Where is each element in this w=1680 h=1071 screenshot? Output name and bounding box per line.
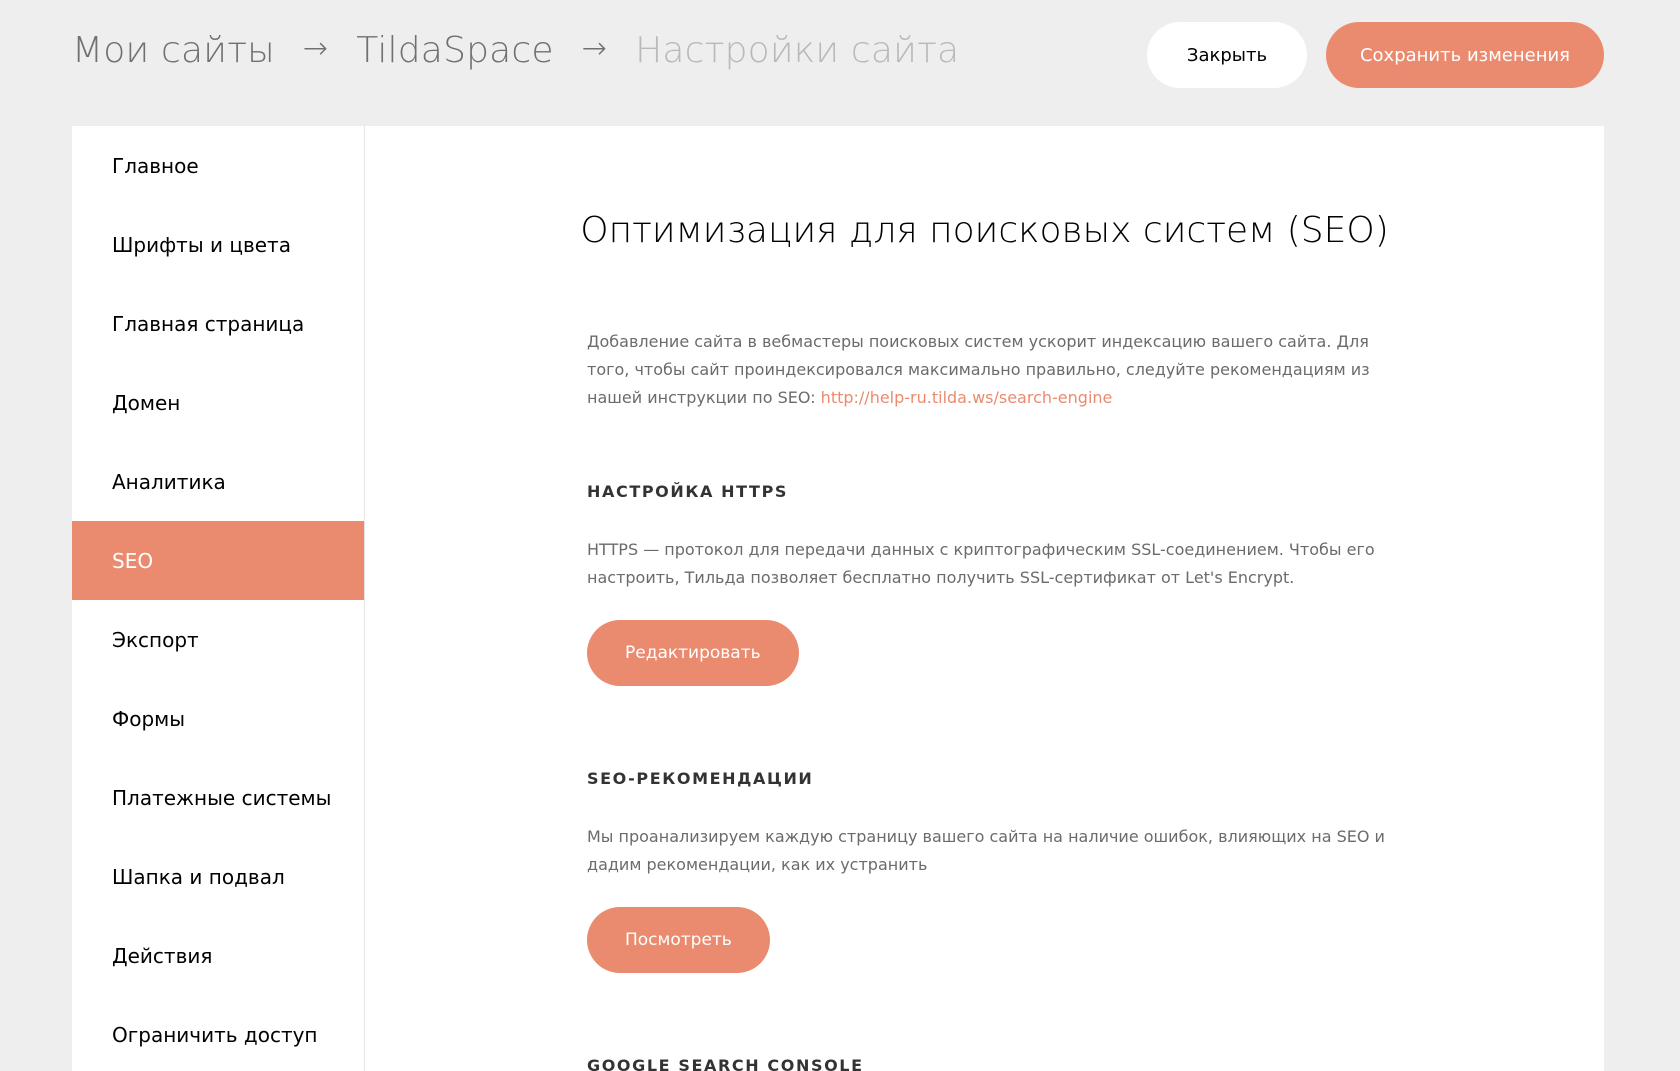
save-changes-button[interactable]: Сохранить изменения (1326, 22, 1604, 88)
seo-recommendations-actions: Посмотреть (587, 907, 1387, 973)
https-description-block: HTTPS — протокол для передачи данных с к… (587, 536, 1387, 592)
view-recommendations-button[interactable]: Посмотреть (587, 907, 770, 973)
sidebar-item-forms[interactable]: Формы (72, 679, 364, 758)
sidebar-item-home-page[interactable]: Главная страница (72, 284, 364, 363)
seo-recommendations-section: SEO-РЕКОМЕНДАЦИИ (587, 769, 1387, 788)
https-description: HTTPS — протокол для передачи данных с к… (587, 540, 1375, 587)
sidebar-item-fonts-colors[interactable]: Шрифты и цвета (72, 205, 364, 284)
sidebar-item-actions[interactable]: Действия (72, 916, 364, 995)
sidebar-item-restrict-access[interactable]: Ограничить доступ (72, 995, 364, 1071)
sidebar-item-main[interactable]: Главное (72, 126, 364, 205)
seo-content: Оптимизация для поисковых систем (SEO) Д… (365, 126, 1604, 1071)
breadcrumb-my-sites[interactable]: Мои сайты (72, 30, 275, 71)
breadcrumb-site[interactable]: TildaSpace (356, 30, 554, 71)
sidebar-item-payment-systems[interactable]: Платежные системы (72, 758, 364, 837)
https-section: НАСТРОЙКА HTTPS (587, 482, 1387, 501)
edit-https-button[interactable]: Редактировать (587, 620, 799, 686)
header: Мои сайты → TildaSpace → Настройки сайта… (0, 0, 1680, 126)
google-search-console-section: GOOGLE SEARCH CONSOLE (587, 1056, 1387, 1071)
sidebar-item-export[interactable]: Экспорт (72, 600, 364, 679)
seo-instruction-link[interactable]: http://help-ru.tilda.ws/search-engine (821, 388, 1113, 407)
settings-sidebar: Главное Шрифты и цвета Главная страница … (72, 126, 365, 1071)
breadcrumb-current-page: Настройки сайта (635, 29, 960, 71)
seo-intro-block: Добавление сайта в вебмастеры поисковых … (587, 328, 1387, 412)
google-search-console-heading: GOOGLE SEARCH CONSOLE (587, 1056, 864, 1071)
page-title: Оптимизация для поисковых систем (SEO) (580, 210, 1389, 251)
seo-intro-text: Добавление сайта в вебмастеры поисковых … (587, 328, 1387, 412)
breadcrumb-arrow-icon: → (302, 30, 329, 66)
settings-panel: Главное Шрифты и цвета Главная страница … (72, 126, 1604, 1071)
seo-recommendations-description: Мы проанализируем каждую страницу вашего… (587, 827, 1385, 874)
seo-recommendations-heading: SEO-РЕКОМЕНДАЦИИ (587, 769, 814, 788)
https-actions: Редактировать (587, 620, 1387, 686)
breadcrumb-arrow-icon: → (581, 30, 608, 66)
breadcrumb: Мои сайты → TildaSpace → Настройки сайта (72, 22, 959, 78)
close-button[interactable]: Закрыть (1147, 22, 1307, 88)
sidebar-item-seo[interactable]: SEO (72, 521, 364, 600)
sidebar-item-domain[interactable]: Домен (72, 363, 364, 442)
sidebar-item-analytics[interactable]: Аналитика (72, 442, 364, 521)
https-heading: НАСТРОЙКА HTTPS (587, 482, 789, 501)
sidebar-item-header-footer[interactable]: Шапка и подвал (72, 837, 364, 916)
seo-recommendations-description-block: Мы проанализируем каждую страницу вашего… (587, 823, 1387, 879)
